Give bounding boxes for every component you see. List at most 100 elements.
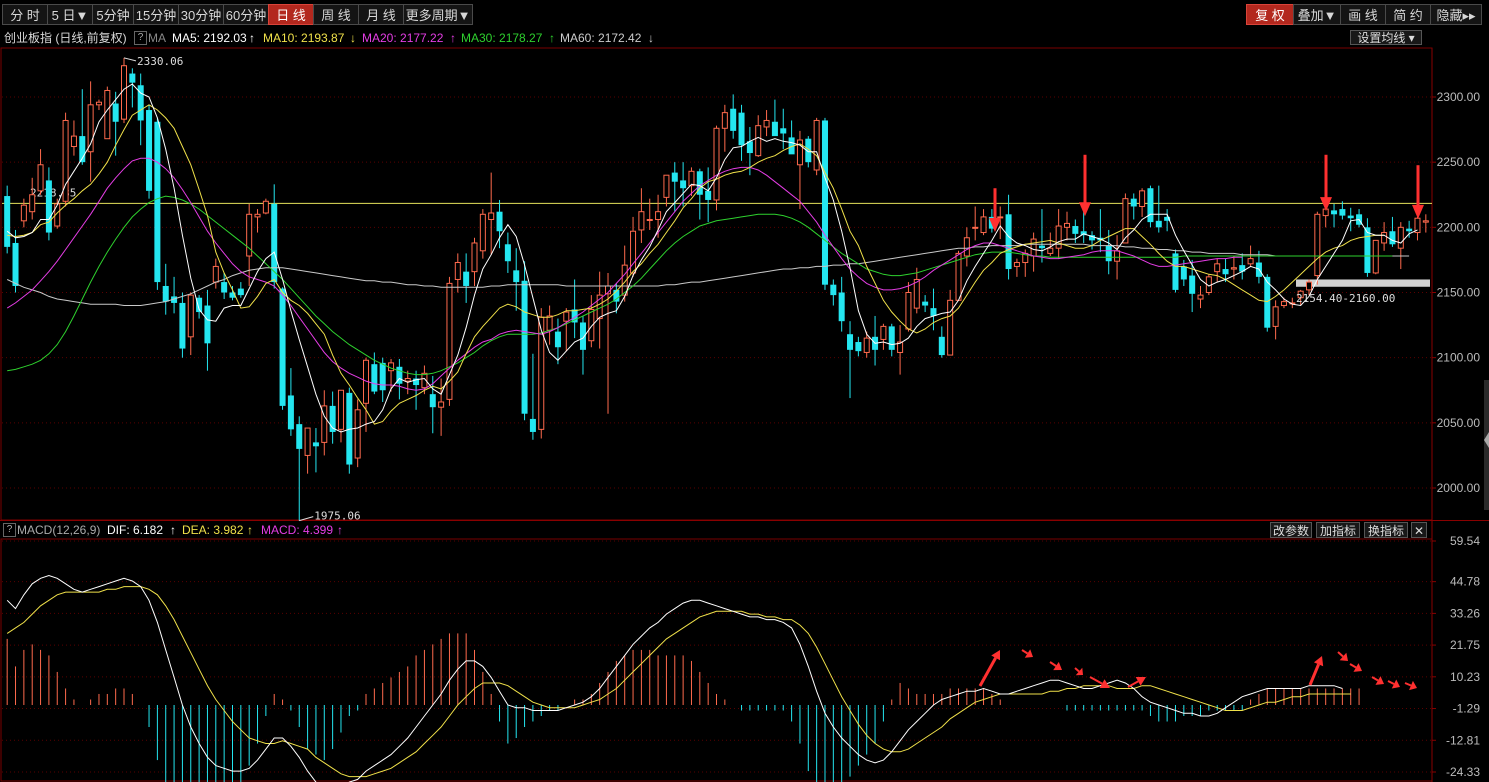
candle-body-up [546, 315, 553, 331]
period-tab-4[interactable]: 30分钟 [178, 4, 224, 25]
candle-body-up [1272, 306, 1279, 327]
candle-body-down [1347, 215, 1354, 219]
signal-arrow-head [1079, 202, 1091, 217]
candle-body-down [137, 85, 144, 121]
low-pointer [299, 516, 314, 522]
dea-up-icon: ↑ [247, 523, 253, 537]
candle-body-down [496, 211, 503, 232]
candle-body-down [1105, 245, 1112, 262]
candle-body-up [796, 139, 803, 166]
candle-body-down [821, 120, 828, 285]
candle-body-up [646, 219, 653, 222]
candle-body-down [504, 244, 511, 262]
candle-body-up [95, 101, 102, 106]
candle-body-down [196, 297, 203, 313]
dif-readout: DIF: 6.182 [107, 523, 164, 537]
candle-body-up [963, 237, 970, 257]
candle-body-down [429, 394, 436, 408]
tool-button-4[interactable]: 隐藏▸▸ [1430, 4, 1482, 25]
ma10-readout: MA10: 2193.87 [263, 31, 345, 45]
candle-body-up [1114, 250, 1121, 262]
candle-body-down [613, 289, 620, 302]
candle-body-down [396, 366, 403, 384]
macd-arrow-shaft [1371, 676, 1379, 682]
period-tab-8[interactable]: 月 线 [358, 4, 404, 25]
candle-body-down [162, 285, 169, 302]
candle-body-down [1389, 231, 1396, 245]
switch-indicator-button[interactable]: 换指标 [1364, 522, 1408, 538]
macd-arrow-head [1409, 680, 1417, 691]
candle-body-up [479, 213, 486, 252]
candle-body-up [1013, 262, 1020, 267]
macd-arrow-head [1391, 679, 1400, 689]
macd-tick-label: 44.78 [1450, 575, 1480, 589]
tool-button-3[interactable]: 简 约 [1385, 4, 1431, 25]
candle-body-down [738, 112, 745, 146]
ma60-readout: MA60: 2172.42 [560, 31, 642, 45]
macd-arrow-head [1313, 656, 1324, 667]
candle-body-down [204, 305, 211, 344]
candle-body-up [70, 135, 77, 148]
candle-body-down [371, 364, 378, 392]
kline-info-bar: ? 创业板指 (日线,前复权) MA MA5: 2192.03 ↑ MA10: … [0, 29, 1440, 47]
macd-arrow-head [1053, 661, 1062, 671]
add-indicator-button[interactable]: 加指标 [1316, 522, 1360, 538]
period-tab-1[interactable]: 5 日▼ [47, 4, 93, 25]
tool-button-2[interactable]: 画 线 [1340, 4, 1386, 25]
period-tab-3[interactable]: 15分钟 [133, 4, 179, 25]
tool-button-1[interactable]: 叠加▼ [1293, 4, 1341, 25]
close-indicator-icon[interactable]: ✕ [1411, 522, 1427, 538]
change-params-button[interactable]: 改参数 [1270, 522, 1312, 538]
candle-body-down [154, 121, 161, 283]
candle-body-up [1022, 252, 1029, 264]
candle-body-up [187, 294, 194, 338]
period-tab-7[interactable]: 周 线 [313, 4, 359, 25]
candle-body-up [1397, 226, 1404, 249]
candle-body-up [1047, 247, 1054, 254]
ma-settings-button[interactable]: 设置均线 ▾ [1350, 30, 1422, 45]
candle-body-up [212, 265, 219, 283]
candle-body-up [104, 89, 111, 140]
period-tab-2[interactable]: 5分钟 [92, 4, 134, 25]
macd-help-icon[interactable]: ? [3, 523, 16, 537]
candle-body-down [1331, 210, 1338, 215]
macd-up-icon: ↑ [337, 523, 343, 537]
candle-body-down [4, 196, 11, 247]
help-icon[interactable]: ? [134, 31, 147, 45]
signal-arrow-head [1320, 197, 1332, 212]
band-annotation: 2154.40-2160.00 [1296, 292, 1395, 305]
ma5-readout: MA5: 2192.03 [172, 31, 247, 45]
candle-body-up [1414, 217, 1421, 234]
period-tab-5[interactable]: 60分钟 [223, 4, 269, 25]
period-toolbar: 分 时5 日▼ 5分钟 15分钟 30分钟 60分钟日 线周 线月 线更多周期▼ 复 权叠… [0, 0, 1489, 29]
candle-body-up [1381, 232, 1388, 244]
candle-body-down [1180, 266, 1187, 280]
candle-body-up [1030, 238, 1037, 257]
candle-body-up [863, 337, 870, 353]
candle-body-down [1255, 262, 1262, 277]
ma60-down-icon: ↓ [648, 31, 654, 45]
candle-body-up [880, 325, 887, 340]
candle-body-down [1130, 198, 1137, 207]
candle-body-up [905, 292, 912, 330]
macd-tick-label: 59.54 [1450, 534, 1480, 548]
ma10-down-icon: ↓ [350, 31, 356, 45]
candle-body-up [1314, 213, 1321, 277]
tool-button-0[interactable]: 复 权 [1246, 4, 1294, 25]
candle-body-up [438, 401, 445, 408]
period-tab-9[interactable]: 更多周期▼ [403, 4, 473, 25]
candle-body-down [922, 301, 929, 306]
candle-body-down [279, 288, 286, 406]
candle-body-down [1005, 214, 1012, 270]
candle-body-down [847, 334, 854, 350]
candle-body-up [254, 213, 261, 218]
macd-tick-label: -24.33 [1446, 765, 1480, 779]
period-tab-0[interactable]: 分 时 [2, 4, 48, 25]
ma30-up-icon: ↑ [549, 31, 555, 45]
candle-body-up [1122, 198, 1129, 244]
candle-body-down [296, 424, 303, 449]
period-tab-6[interactable]: 日 线 [268, 4, 314, 25]
chart-canvas: 2000.00 2050.00 2100.00 2150.00 2200.00 2250.… [0, 47, 1489, 782]
macd-frame [0, 538, 1433, 782]
candle-body-up [321, 405, 328, 443]
